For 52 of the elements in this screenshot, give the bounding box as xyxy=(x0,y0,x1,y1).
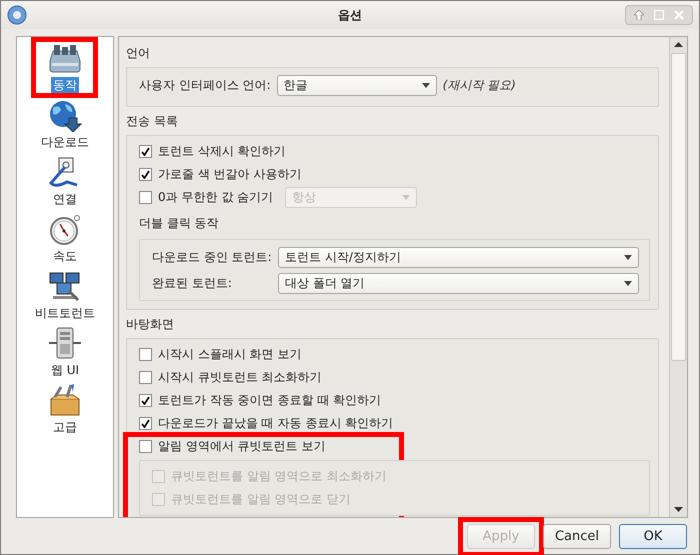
sidebar-item[interactable]: 고급 xyxy=(51,419,79,436)
checkbox[interactable] xyxy=(139,348,152,361)
caret-icon xyxy=(422,82,430,88)
checkbox[interactable] xyxy=(139,168,152,181)
field-label: 다운로드 중인 토런트: xyxy=(152,248,272,266)
globe-download-icon xyxy=(47,98,83,132)
sidebar-item[interactable]: 비트토런트 xyxy=(33,305,97,322)
check-icon xyxy=(141,396,150,405)
app-logo-icon xyxy=(7,5,27,25)
field-label: 사용자 인터페이스 언어: xyxy=(139,76,271,94)
group-heading: 더블 클릭 동작 xyxy=(139,214,220,232)
stopwatch-icon xyxy=(47,212,83,246)
caret-icon xyxy=(624,280,632,286)
checkbox-label[interactable]: 다운로드가 끝났을 때 자동 종료시 확인하기 xyxy=(158,415,394,432)
section-title: 언어 xyxy=(126,44,151,62)
caret-icon xyxy=(402,195,410,200)
sidebar-item[interactable]: 속도 xyxy=(51,248,79,265)
check-icon xyxy=(141,419,150,428)
checkbox-label[interactable]: 가로줄 색 번갈아 사용하기 xyxy=(158,166,302,183)
dialog-button[interactable]: Cancel xyxy=(543,524,611,548)
scrollbar-thumb[interactable] xyxy=(671,53,686,361)
scrollbar[interactable] xyxy=(669,37,687,517)
checkbox-label[interactable]: 토런트 삭제시 확인하기 xyxy=(158,143,286,160)
dropdown[interactable]: 토런트 시작/정지하기 xyxy=(278,246,639,268)
server-icon xyxy=(47,326,83,360)
hint-text: (재시작 필요) xyxy=(442,76,516,94)
checkbox[interactable] xyxy=(139,145,152,158)
section-title: 바탕화면 xyxy=(126,316,175,332)
sidebar-item[interactable]: 다운로드 xyxy=(39,134,91,151)
up-arrow-icon[interactable] xyxy=(634,10,644,20)
field-label: 완료된 토런트: xyxy=(152,274,233,292)
checkbox-label[interactable]: 시작시 스플래시 화면 보기 xyxy=(158,346,302,363)
checkbox-label[interactable]: 알림 영역에서 큐빗토런트 보기 xyxy=(158,438,326,455)
dropdown[interactable]: 대상 폴더 열기 xyxy=(278,272,639,294)
check-icon xyxy=(141,147,150,156)
check-icon xyxy=(141,170,150,179)
caret-icon xyxy=(624,254,632,260)
checkbox-label[interactable]: 시작시 큐빗토런트 최소화하기 xyxy=(158,369,322,386)
dialog-button[interactable]: OK xyxy=(619,524,687,548)
checkbox[interactable] xyxy=(139,371,152,384)
sidebar-item[interactable]: 웹 UI xyxy=(48,362,82,379)
checkbox[interactable] xyxy=(139,440,152,453)
sidebar-item[interactable]: 동작 xyxy=(51,77,79,94)
window-title: 옵션 xyxy=(338,6,362,24)
checkbox-label[interactable]: 0과 무한한 값 숨기기 xyxy=(158,189,274,206)
checkbox[interactable] xyxy=(139,417,152,430)
sidebar-item[interactable]: 연결 xyxy=(51,191,79,208)
checkbox[interactable] xyxy=(139,394,152,407)
checkbox-label[interactable]: 토런트가 작동 중이면 종료할 때 확인하기 xyxy=(158,392,382,409)
section-title: 전송 목록 xyxy=(126,112,179,130)
checkbox[interactable] xyxy=(139,191,152,204)
dropdown[interactable]: 한글 xyxy=(276,74,437,96)
